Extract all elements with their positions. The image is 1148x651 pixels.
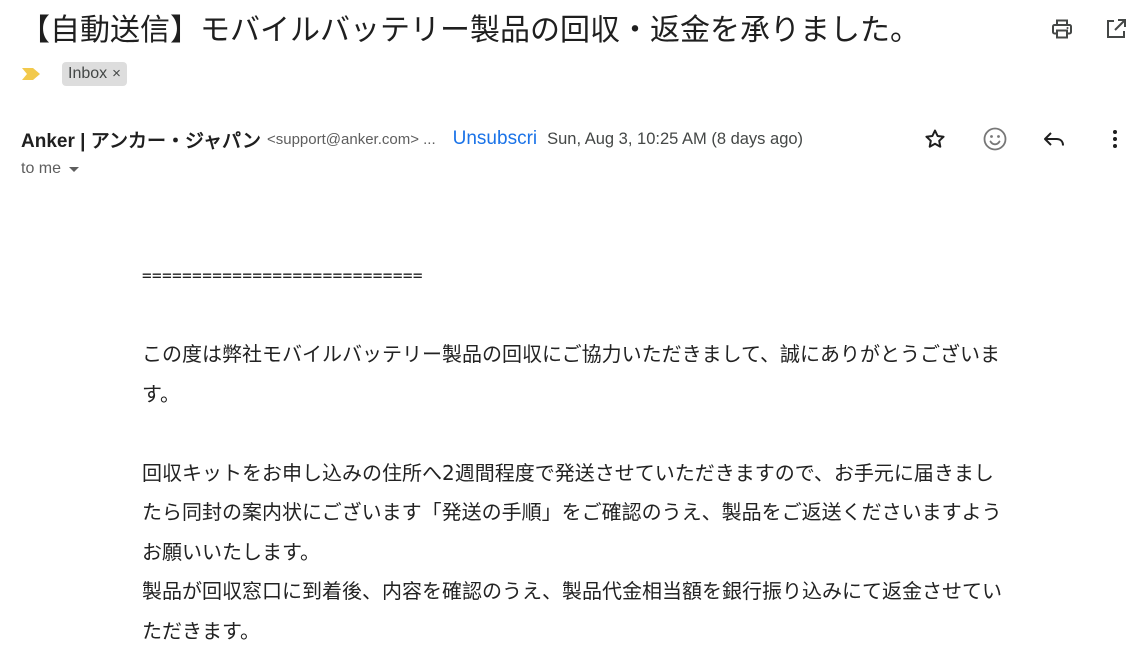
email-date: Sun, Aug 3, 10:25 AM (8 days ago) — [547, 129, 804, 148]
open-in-new-window-button[interactable] — [1101, 14, 1131, 44]
message-body: ============================ この度は弊社モバイルバ… — [142, 256, 1012, 651]
add-reaction-button[interactable] — [980, 124, 1010, 154]
label-chip-inbox[interactable]: Inbox × — [62, 62, 127, 86]
print-icon — [1052, 19, 1072, 39]
more-options-button[interactable] — [1100, 124, 1130, 154]
email-subject: 【自動送信】モバイルバッテリー製品の回収・返金を承りました。 — [20, 13, 920, 48]
reply-button[interactable] — [1040, 124, 1070, 154]
sender-row: Anker | アンカー・ジャパン <support@anker.com> ..… — [21, 124, 803, 154]
body-paragraph: 製品が回収窓口に到着後、内容を確認のうえ、製品代金相当額を銀行振り込みにて返金さ… — [142, 579, 1002, 643]
remove-label-button[interactable]: × — [112, 62, 121, 86]
star-icon — [925, 129, 945, 148]
importance-marker-icon — [22, 68, 40, 80]
sender-name[interactable]: Anker | アンカー・ジャパン — [21, 126, 261, 153]
reply-icon — [1044, 132, 1064, 146]
importance-marker-button[interactable] — [20, 65, 46, 83]
body-paragraph: この度は弊社モバイルバッテリー製品の回収にご協力いただきまして、誠にありがとうご… — [142, 342, 1000, 406]
more-vertical-icon — [1113, 130, 1117, 148]
labels-row: Inbox × — [20, 60, 127, 88]
emoji-reaction-icon — [983, 127, 1007, 151]
sender-email: <support@anker.com> ... — [266, 130, 436, 148]
chevron-down-icon — [69, 166, 80, 172]
label-chip-text: Inbox — [68, 65, 108, 82]
recipient-text: to me — [21, 160, 62, 177]
unsubscribe-link[interactable]: Unsubscri — [453, 128, 537, 150]
recipient-details-toggle[interactable]: to me — [21, 157, 80, 181]
body-separator: ============================ — [142, 266, 423, 285]
star-button[interactable] — [920, 124, 950, 154]
print-button[interactable] — [1047, 14, 1077, 44]
body-paragraph: 回収キットをお申し込みの住所へ2週間程度で発送させていただきますので、お手元に届… — [142, 460, 1002, 564]
email-header: 【自動送信】モバイルバッテリー製品の回収・返金を承りました。 — [0, 0, 1148, 62]
open-in-new-window-icon — [1107, 19, 1126, 38]
